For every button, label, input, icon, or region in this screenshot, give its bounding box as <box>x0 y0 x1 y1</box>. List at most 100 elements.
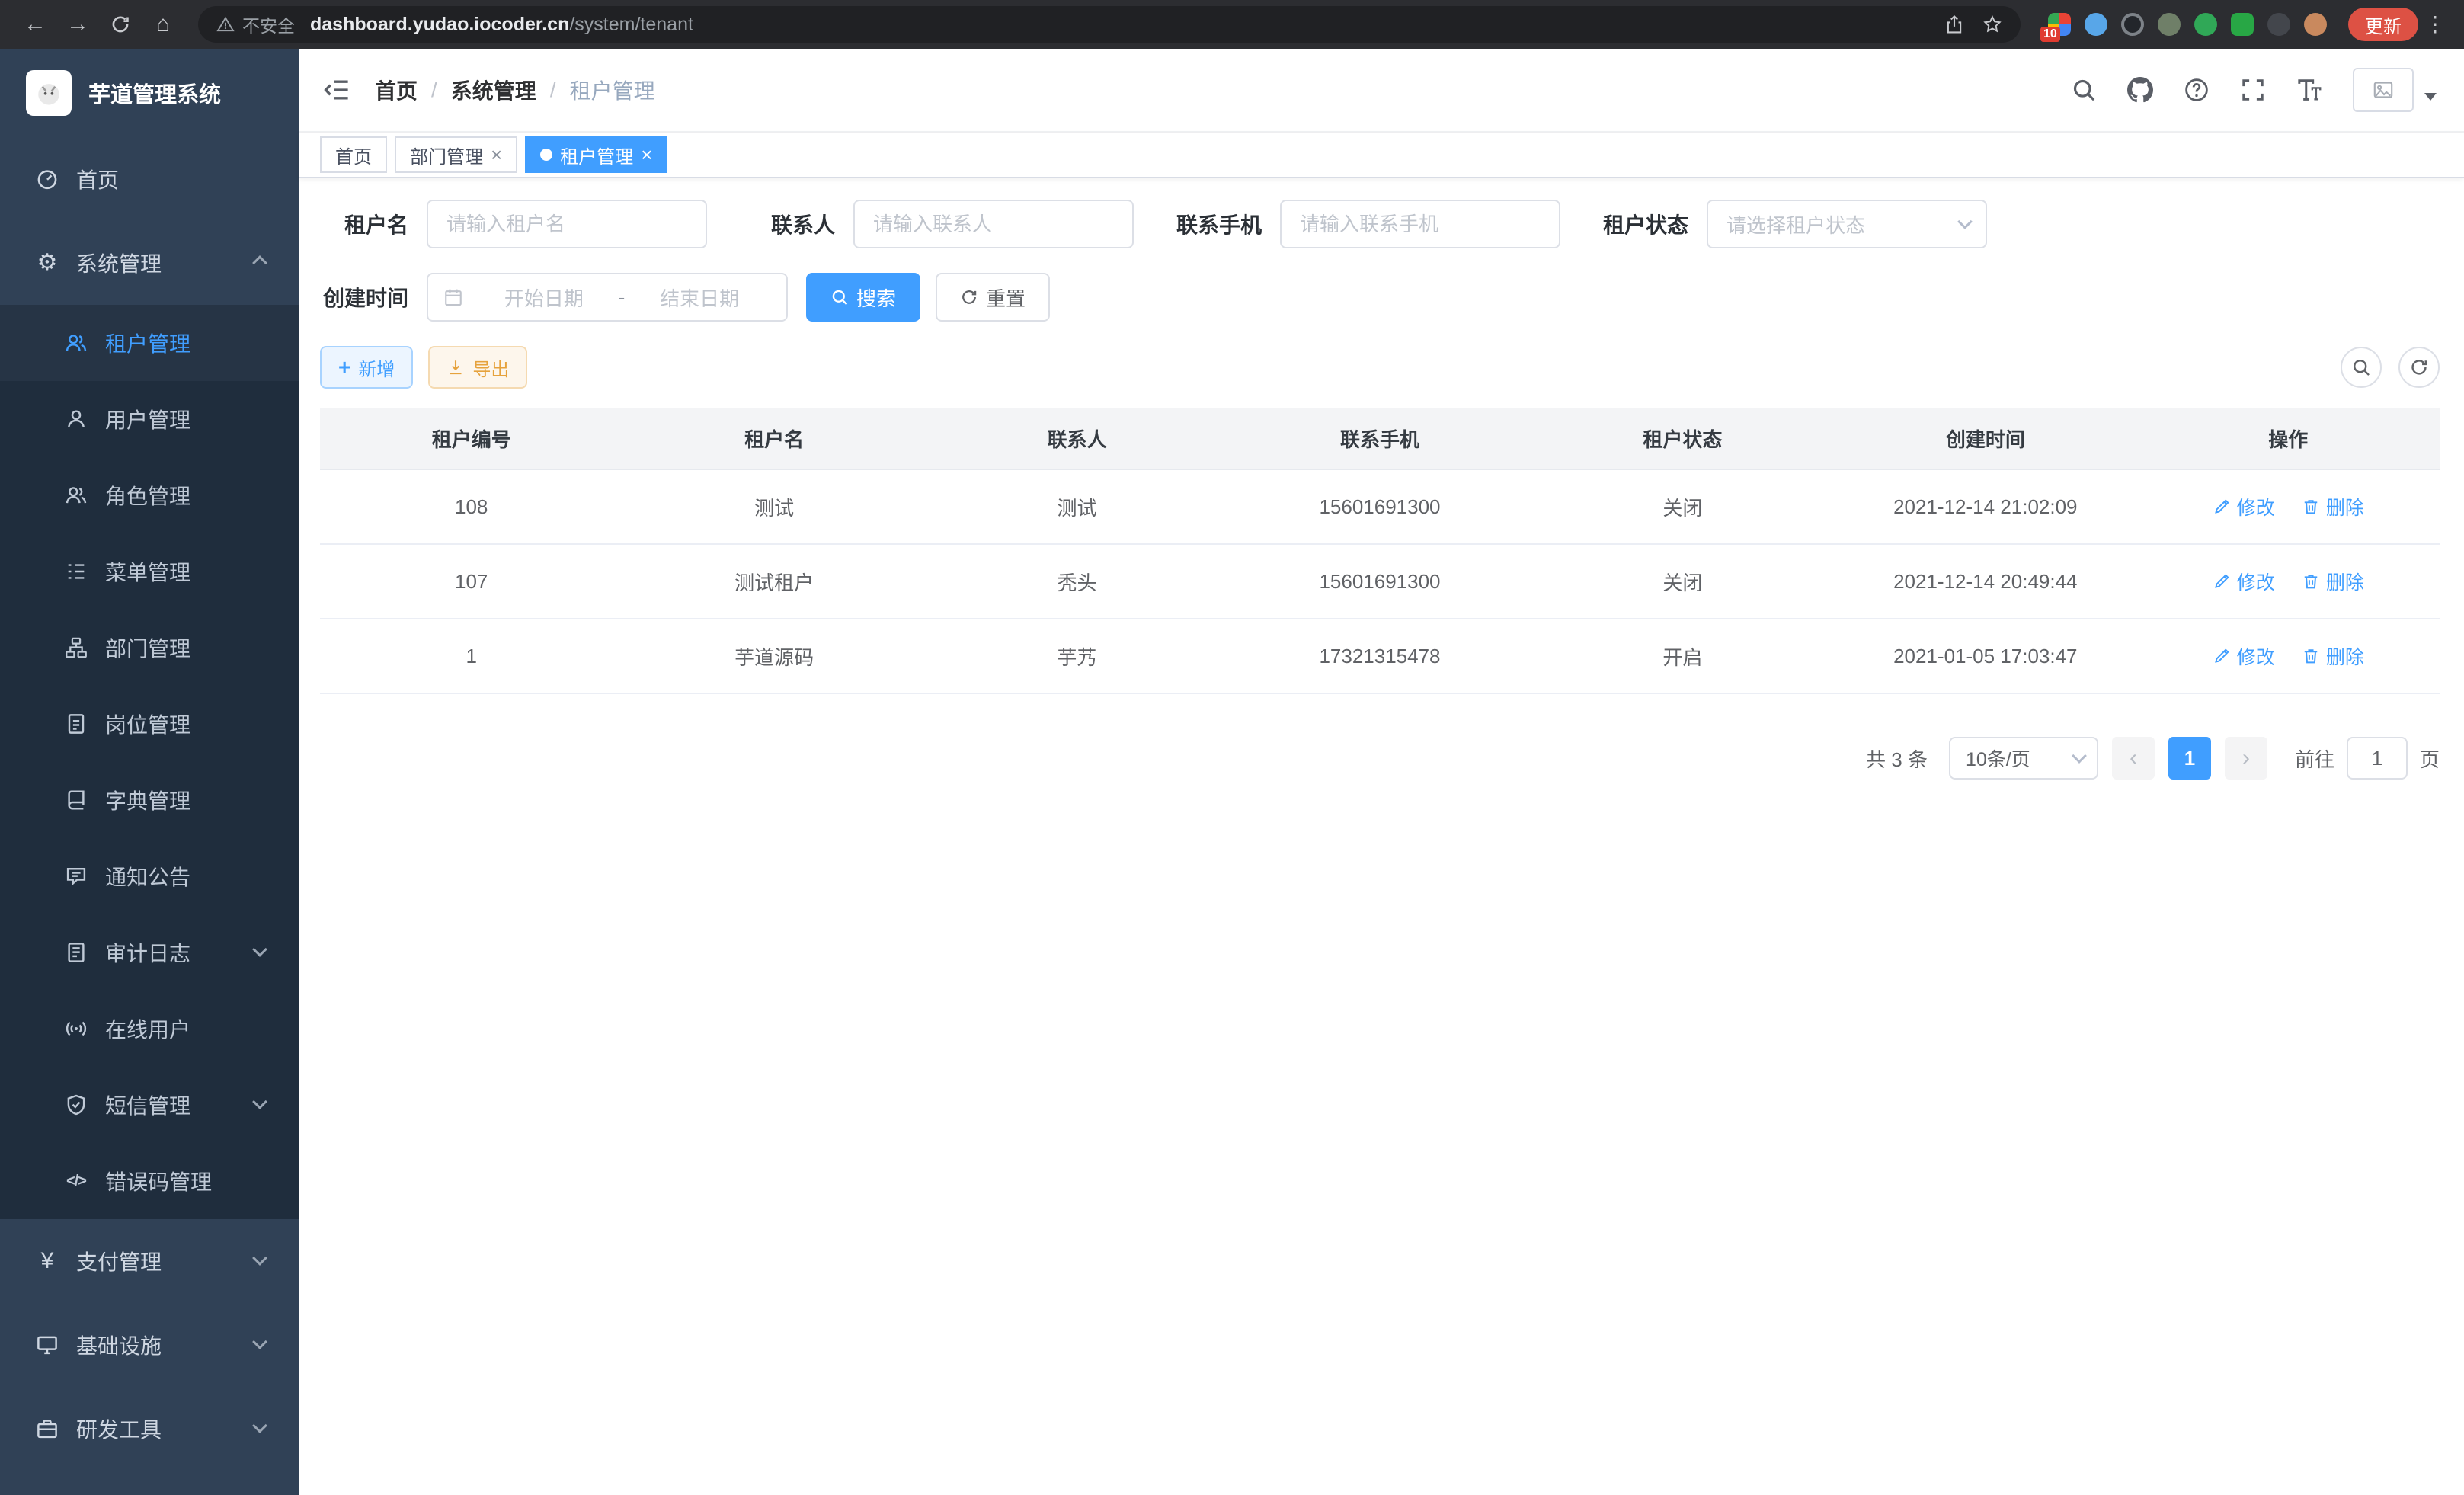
edit-link[interactable]: 修改 <box>2213 568 2275 595</box>
cell-id: 107 <box>320 544 622 619</box>
cell-status: 关闭 <box>1531 544 1834 619</box>
extension-icon[interactable] <box>2158 13 2181 36</box>
export-button[interactable]: 导出 <box>428 346 527 389</box>
help-icon[interactable] <box>2184 77 2210 103</box>
edit-link[interactable]: 修改 <box>2213 642 2275 670</box>
sidebar-item-label: 菜单管理 <box>105 556 190 587</box>
sidebar-item-payment[interactable]: ¥ 支付管理 <box>0 1219 299 1303</box>
github-icon[interactable] <box>2127 77 2153 103</box>
sidebar-item-sms[interactable]: 短信管理 <box>0 1067 299 1143</box>
page-number-button[interactable]: 1 <box>2168 737 2211 780</box>
column-header: 联系人 <box>926 408 1228 469</box>
tags-view: 首页 部门管理 × 租户管理 × <box>299 133 2464 178</box>
cell-created: 2021-01-05 17:03:47 <box>1834 619 2136 693</box>
address-bar[interactable]: 不安全 dashboard.yudao.iocoder.cn/system/te… <box>198 6 2021 43</box>
breadcrumb-item[interactable]: 系统管理 <box>451 75 536 105</box>
sidebar-item-dict[interactable]: 字典管理 <box>0 762 299 838</box>
search-button[interactable]: 搜索 <box>806 273 920 322</box>
sidebar-item-dev-tools[interactable]: 研发工具 <box>0 1387 299 1471</box>
share-icon[interactable] <box>1944 14 1964 34</box>
bookmark-star-icon[interactable] <box>1982 14 2002 34</box>
online-users-icon <box>64 1016 88 1041</box>
extension-icon[interactable] <box>2231 13 2254 36</box>
sidebar-item-role[interactable]: 角色管理 <box>0 457 299 533</box>
add-button[interactable]: + 新增 <box>320 346 413 389</box>
reload-icon[interactable] <box>101 5 140 44</box>
org-tree-icon <box>64 635 88 660</box>
browser-update-button[interactable]: 更新 <box>2348 8 2418 41</box>
edit-icon <box>2213 572 2231 591</box>
tag-tenant[interactable]: 租户管理 × <box>525 136 667 173</box>
delete-link[interactable]: 删除 <box>2302 493 2364 520</box>
next-page-button[interactable]: › <box>2225 737 2267 780</box>
tenant-status-select[interactable]: 请选择租户状态 <box>1707 200 1987 248</box>
delete-link[interactable]: 删除 <box>2302 642 2364 670</box>
sidebar-item-notice[interactable]: 通知公告 <box>0 838 299 914</box>
fullscreen-icon[interactable] <box>2240 77 2266 103</box>
sidebar: 芋道管理系统 首页 ⚙ 系统管理 租户管理 用户管理 角色管理 菜单管理 <box>0 49 299 1495</box>
sidebar-item-online-users[interactable]: 在线用户 <box>0 991 299 1067</box>
phone-input[interactable] <box>1280 200 1560 248</box>
sidebar-item-error-code[interactable]: </> 错误码管理 <box>0 1143 299 1219</box>
security-status[interactable]: 不安全 <box>216 11 295 37</box>
edit-link[interactable]: 修改 <box>2213 493 2275 520</box>
extension-icon[interactable] <box>2085 13 2107 36</box>
extension-icon[interactable] <box>2194 13 2217 36</box>
date-separator: - <box>616 286 629 309</box>
table-row: 108 测试 测试 15601691300 关闭 2021-12-14 21:0… <box>320 469 2440 544</box>
sidebar-item-user[interactable]: 用户管理 <box>0 381 299 457</box>
tenant-table: 租户编号 租户名 联系人 联系手机 租户状态 创建时间 操作 108 测试 测试 <box>320 408 2440 694</box>
contact-input[interactable] <box>853 200 1134 248</box>
sidebar-item-dept[interactable]: 部门管理 <box>0 610 299 686</box>
table-row: 1 芋道源码 芋艿 17321315478 开启 2021-01-05 17:0… <box>320 619 2440 693</box>
goto-page-input[interactable] <box>2347 737 2408 780</box>
sidebar-item-menu[interactable]: 菜单管理 <box>0 533 299 610</box>
status-label: 租户状态 <box>1600 209 1688 239</box>
close-icon[interactable]: × <box>491 145 502 165</box>
toggle-search-button[interactable] <box>2341 347 2382 388</box>
broken-image-icon <box>2373 79 2394 101</box>
delete-link[interactable]: 删除 <box>2302 568 2364 595</box>
sidebar-item-system[interactable]: ⚙ 系统管理 <box>0 221 299 305</box>
column-header: 租户编号 <box>320 408 622 469</box>
sidebar-item-home[interactable]: 首页 <box>0 137 299 221</box>
browser-chrome: ← → ⌂ 不安全 dashboard.yudao.iocoder.cn/sys… <box>0 0 2464 49</box>
sidebar-collapse-icon[interactable] <box>323 76 350 104</box>
reset-button[interactable]: 重置 <box>936 273 1050 322</box>
extension-icon[interactable] <box>2267 13 2290 36</box>
font-size-icon[interactable] <box>2296 77 2322 103</box>
forward-icon[interactable]: → <box>58 5 98 44</box>
search-icon <box>830 288 849 306</box>
profile-avatar-icon[interactable] <box>2304 13 2327 36</box>
tag-dept[interactable]: 部门管理 × <box>395 136 517 173</box>
tenant-name-input[interactable] <box>427 200 707 248</box>
cell-created: 2021-12-14 20:49:44 <box>1834 544 2136 619</box>
page-size-select[interactable]: 10条/页 <box>1949 737 2098 780</box>
sidebar-item-tenant[interactable]: 租户管理 <box>0 305 299 381</box>
back-icon[interactable]: ← <box>15 5 55 44</box>
column-header: 租户名 <box>622 408 925 469</box>
close-icon[interactable]: × <box>641 145 652 165</box>
breadcrumb-separator: / <box>431 78 437 102</box>
cell-phone: 17321315478 <box>1228 619 1531 693</box>
home-icon[interactable]: ⌂ <box>143 5 183 44</box>
sidebar-item-post[interactable]: 岗位管理 <box>0 686 299 762</box>
breadcrumb-item[interactable]: 首页 <box>375 75 418 105</box>
cell-name: 测试 <box>622 469 925 544</box>
app-logo-row[interactable]: 芋道管理系统 <box>0 49 299 137</box>
extension-icon[interactable]: 10 <box>2048 13 2071 36</box>
cell-id: 1 <box>320 619 622 693</box>
sidebar-item-infrastructure[interactable]: 基础设施 <box>0 1303 299 1387</box>
extension-icon[interactable] <box>2121 13 2144 36</box>
tag-home[interactable]: 首页 <box>320 136 387 173</box>
header-search-icon[interactable] <box>2071 77 2097 103</box>
prev-page-button[interactable]: ‹ <box>2112 737 2155 780</box>
edit-icon <box>2213 498 2231 516</box>
sidebar-item-audit-log[interactable]: 审计日志 <box>0 914 299 991</box>
browser-menu-icon[interactable]: ⋮ <box>2421 5 2449 44</box>
chevron-up-icon <box>252 255 267 271</box>
create-time-range-picker[interactable]: 开始日期 - 结束日期 <box>427 273 788 322</box>
user-avatar-menu[interactable] <box>2353 68 2437 112</box>
refresh-table-button[interactable] <box>2398 347 2440 388</box>
trash-icon <box>2302 498 2320 516</box>
